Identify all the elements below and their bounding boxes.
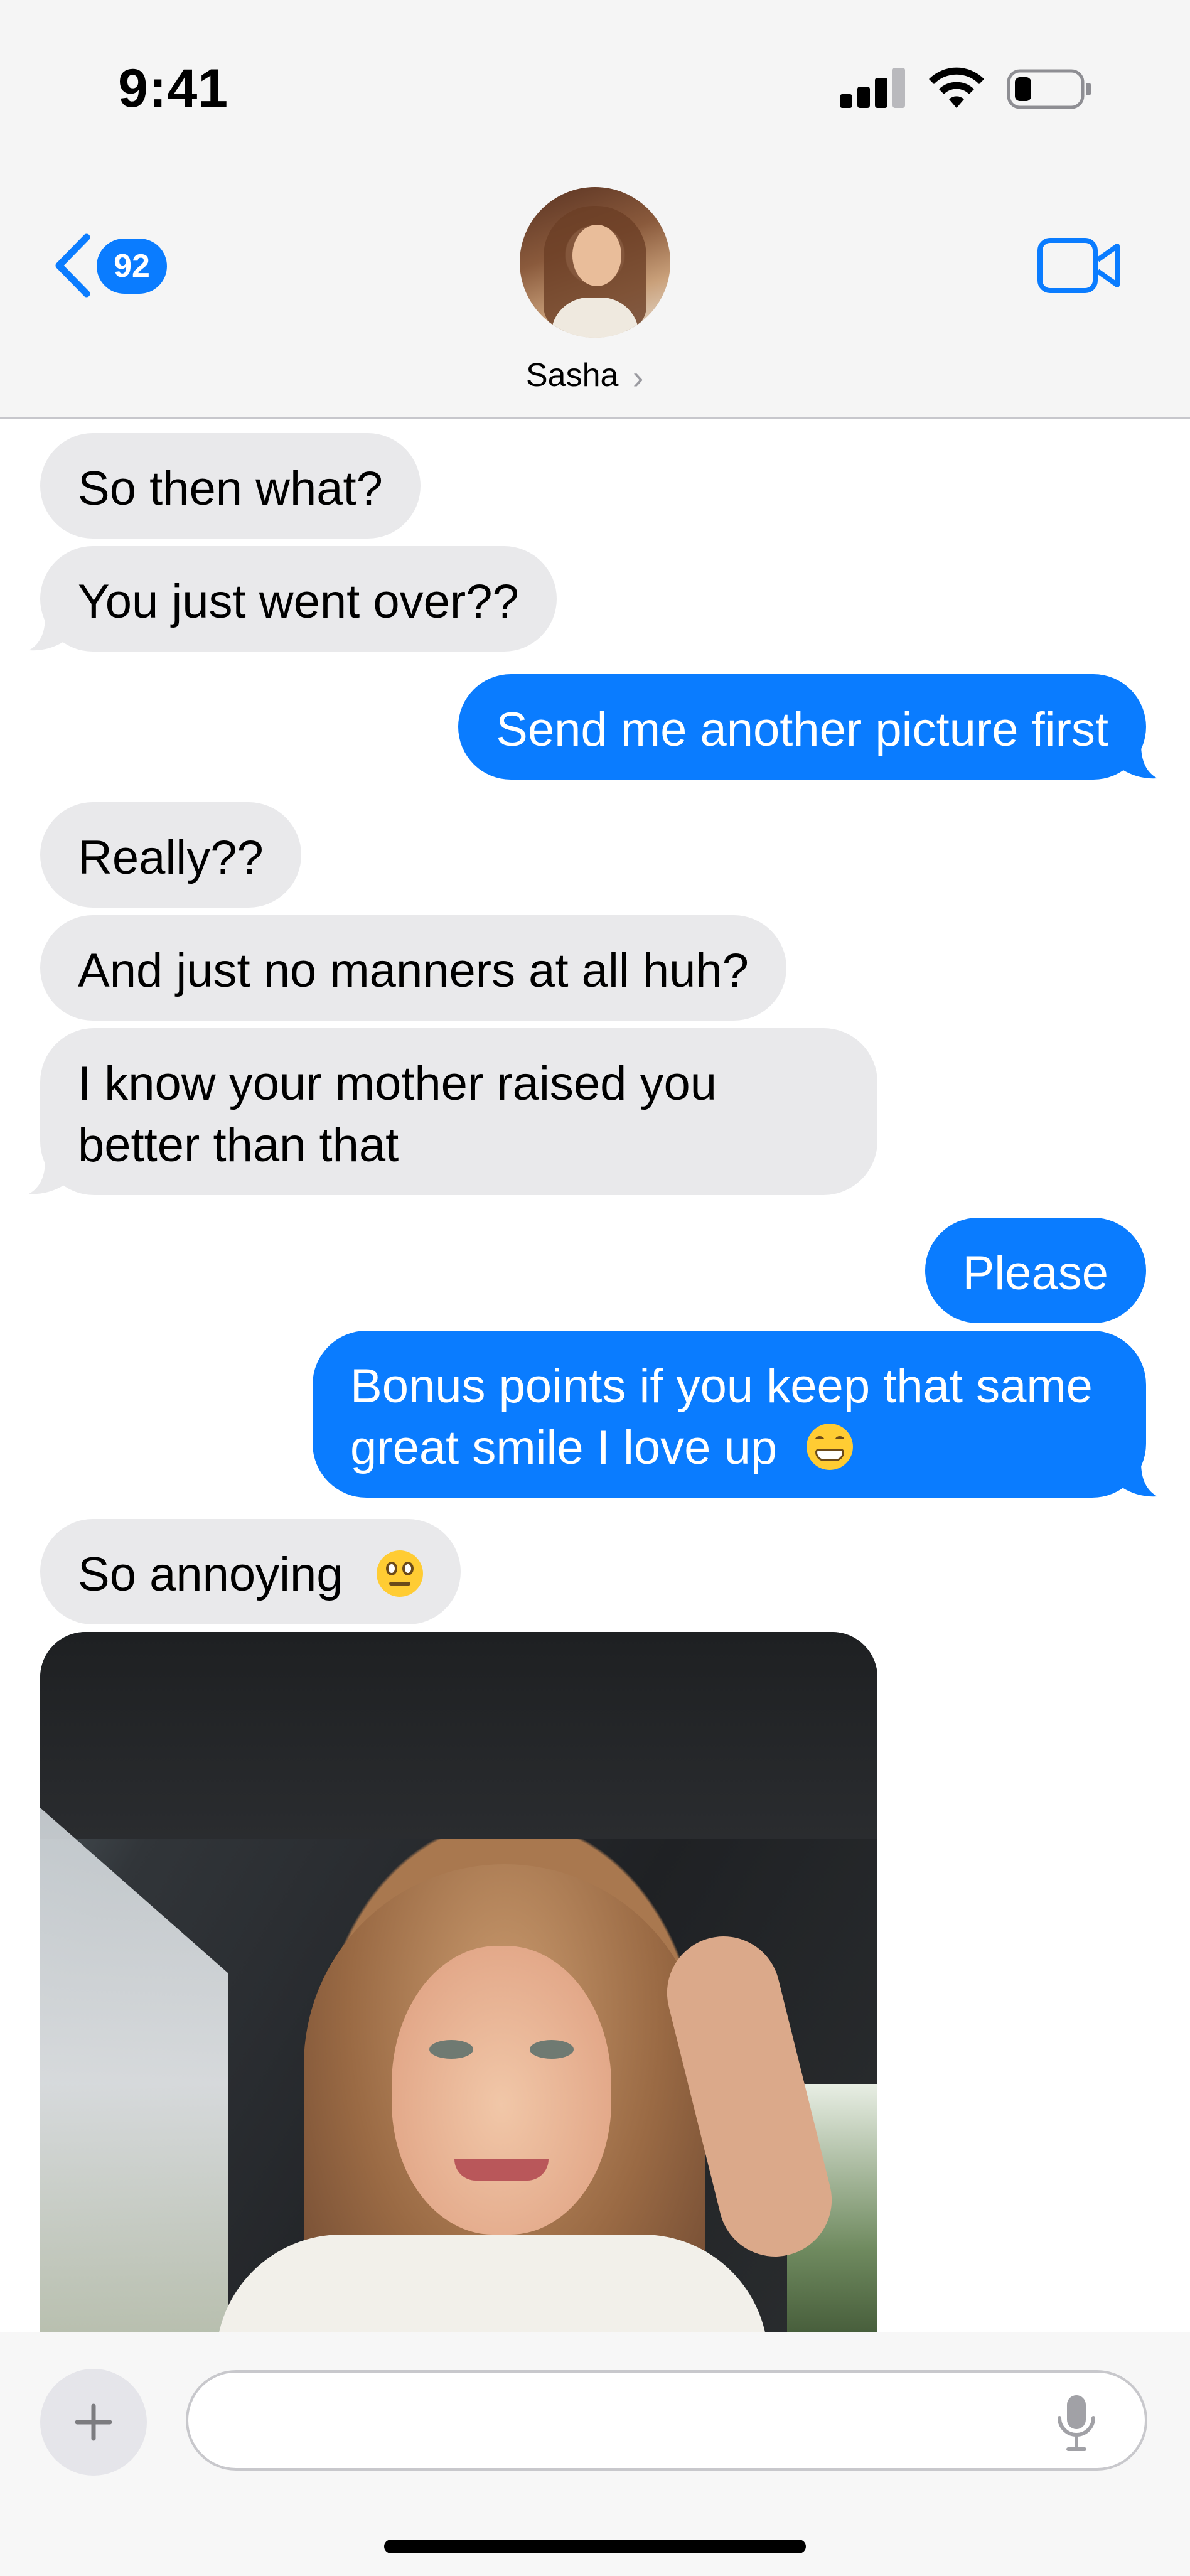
message-bubble-received[interactable]: I know your mother raised you better tha… [29, 1028, 877, 1195]
unread-count-badge[interactable]: 92 [97, 239, 167, 294]
message-text: So annoying [78, 1548, 343, 1601]
wifi-icon [929, 67, 984, 108]
contact-avatar[interactable] [520, 187, 670, 338]
message-photo-attachment[interactable] [40, 1632, 877, 2360]
grimacing-face-emoji-icon [807, 1424, 854, 1470]
message-bubble-received[interactable]: So annoying [40, 1519, 461, 1624]
message-composer [0, 2332, 1190, 2576]
cellular-signal-icon [840, 68, 905, 108]
message-text: You just went over?? [78, 575, 519, 628]
video-call-icon[interactable] [1037, 236, 1121, 295]
message-bubble-sent[interactable]: Send me another picture first [458, 674, 1157, 780]
contact-name[interactable]: Sasha [526, 357, 618, 394]
message-text: So then what? [78, 462, 383, 515]
microphone-icon[interactable] [1054, 2393, 1098, 2452]
battery-icon [1007, 69, 1091, 109]
back-chevron-icon[interactable] [50, 232, 94, 299]
home-indicator [384, 2540, 806, 2553]
message-text: Really?? [78, 831, 264, 884]
message-bubble-received[interactable]: You just went over?? [29, 546, 557, 652]
add-attachment-button[interactable] [40, 2369, 147, 2476]
message-text: Send me another picture first [496, 703, 1108, 756]
message-bubble-received[interactable]: So then what? [40, 433, 421, 539]
conversation-header: 9:41 92 Sasha › [0, 0, 1190, 419]
status-time: 9:41 [118, 58, 229, 119]
message-text: Bonus points if you keep that same great… [350, 1360, 1093, 1474]
message-text: Please [962, 1247, 1108, 1300]
message-text: And just no manners at all huh? [78, 944, 749, 997]
contact-chevron-icon[interactable]: › [633, 359, 643, 397]
message-bubble-received[interactable]: And just no manners at all huh? [40, 915, 786, 1021]
message-bubble-sent[interactable]: Please [925, 1218, 1146, 1323]
plus-icon [75, 2403, 112, 2441]
face-with-rolling-eyes-emoji-icon [376, 1550, 423, 1597]
message-bubble-sent[interactable]: Bonus points if you keep that same great… [313, 1331, 1157, 1498]
message-text: I know your mother raised you better tha… [78, 1057, 717, 1172]
message-input[interactable] [186, 2370, 1147, 2471]
message-bubble-received[interactable]: Really?? [40, 802, 301, 908]
